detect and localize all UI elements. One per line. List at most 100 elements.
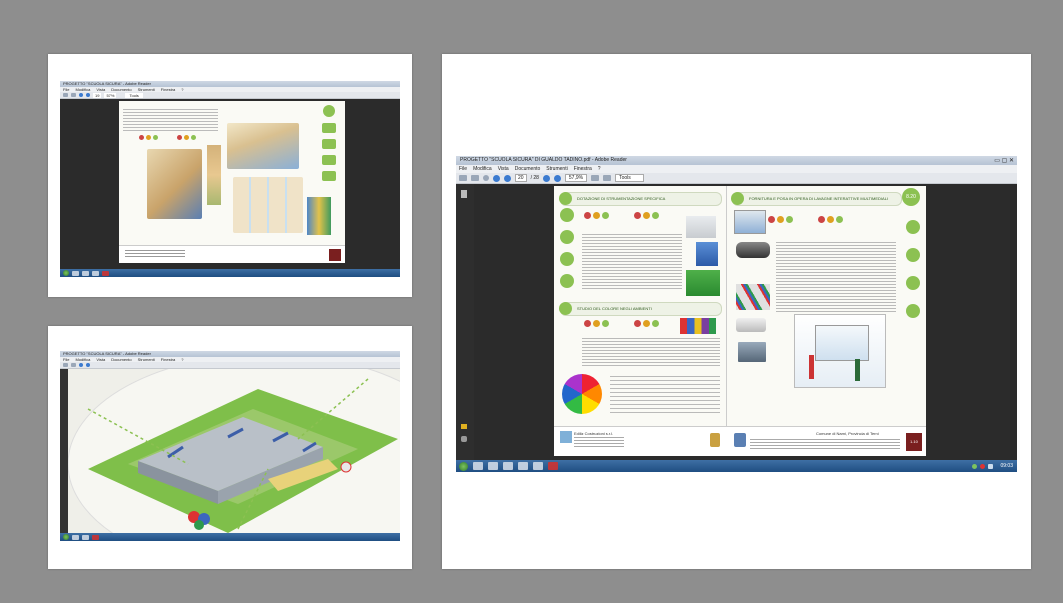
zoom-in-icon[interactable] bbox=[553, 174, 561, 182]
page-total: / 28 bbox=[530, 175, 539, 181]
menu-finestra[interactable]: Finestra bbox=[574, 165, 592, 173]
sidebar-green-strip bbox=[319, 105, 339, 195]
zoom-field[interactable]: 57% bbox=[104, 92, 117, 98]
section-title: DOTAZIONE DI STRUMENTAZIONE SPECIFICA bbox=[577, 196, 666, 201]
section-header-right: FORNITURA E POSA IN OPERA DI LAVAGNE INT… bbox=[731, 192, 902, 206]
menu-help[interactable]: ? bbox=[598, 165, 601, 173]
footer-client: Comune di Narni, Provincia di Terni bbox=[816, 431, 879, 436]
photo-toys-grid bbox=[233, 177, 303, 233]
indicator-dot bbox=[191, 135, 196, 140]
footer-company: Ediliz Costruzioni s.r.l. bbox=[574, 431, 614, 436]
zoom-out-icon[interactable] bbox=[542, 174, 550, 182]
color-legend-text bbox=[610, 376, 720, 416]
prev-page-icon[interactable] bbox=[493, 174, 500, 182]
page-number-field[interactable]: 19 bbox=[93, 92, 102, 98]
photo-colored-shelves bbox=[307, 197, 331, 235]
taskbar-app-icon[interactable] bbox=[72, 270, 79, 276]
indicator-dot bbox=[139, 135, 144, 140]
page-number-field[interactable]: 20 bbox=[515, 174, 527, 182]
school-3d-render bbox=[68, 369, 400, 533]
indicator-dot bbox=[184, 135, 189, 140]
photo-sensory-panel bbox=[207, 145, 221, 205]
page-divider bbox=[726, 186, 727, 426]
start-button[interactable] bbox=[459, 461, 468, 471]
taskbar-app-icon[interactable] bbox=[92, 534, 99, 540]
back-icon[interactable] bbox=[483, 175, 489, 181]
start-button[interactable] bbox=[63, 534, 69, 540]
next-page-icon[interactable] bbox=[86, 93, 90, 97]
paragraph-text bbox=[582, 234, 682, 290]
taskbar-app-icon[interactable] bbox=[82, 270, 89, 276]
indicator-dot bbox=[146, 135, 151, 140]
prev-page-icon[interactable] bbox=[79, 93, 83, 97]
screenshot-bottom-left: PROGETTO "SCUOLA SICURA" - Adobe Reader … bbox=[60, 351, 400, 541]
indicator-dot bbox=[177, 135, 182, 140]
fit-page-icon[interactable] bbox=[591, 175, 600, 181]
start-button[interactable] bbox=[63, 270, 69, 276]
fit-width-icon[interactable] bbox=[603, 175, 612, 181]
photo-smartboard-small bbox=[734, 210, 766, 234]
save-icon[interactable] bbox=[71, 363, 76, 367]
taskbar-app-icon[interactable] bbox=[102, 270, 109, 276]
window-title: PROGETTO "SCUOLA SICURA" DI GUALDO TADIN… bbox=[460, 157, 627, 163]
taskbar-media-icon[interactable] bbox=[503, 462, 513, 470]
comment-icon[interactable] bbox=[461, 424, 467, 429]
print-icon[interactable] bbox=[63, 93, 68, 97]
section-title: STUDIO DEL COLORE NEGLI AMBIENTI bbox=[577, 306, 652, 311]
menu-vista[interactable]: Vista bbox=[498, 165, 509, 173]
taskbar-explorer-icon[interactable] bbox=[488, 462, 498, 470]
menu-strumenti[interactable]: Strumenti bbox=[546, 165, 567, 173]
section-header-left-1: DOTAZIONE DI STRUMENTAZIONE SPECIFICA bbox=[559, 192, 722, 206]
taskbar-ie-icon[interactable] bbox=[473, 462, 483, 470]
photo-laptop bbox=[738, 342, 766, 362]
footer-page-number: 1.10 bbox=[910, 439, 918, 444]
section-title: FORNITURA E POSA IN OPERA DI LAVAGNE INT… bbox=[749, 196, 889, 201]
prev-page-icon[interactable] bbox=[79, 363, 83, 367]
windows-taskbar: 09:03 bbox=[456, 460, 1017, 472]
pages-icon[interactable] bbox=[461, 190, 467, 198]
photo-playroom bbox=[227, 123, 299, 169]
taskbar-app-icon[interactable] bbox=[72, 534, 79, 540]
tools-field[interactable]: Tools bbox=[125, 92, 143, 98]
next-page-icon[interactable] bbox=[504, 174, 511, 182]
print-icon[interactable] bbox=[63, 363, 68, 367]
footer-page-badge: 1.10 bbox=[906, 433, 922, 451]
windows-taskbar bbox=[60, 533, 400, 541]
menu-modifica[interactable]: Modifica bbox=[473, 165, 492, 173]
window-controls[interactable]: ▭ ▢ ✕ bbox=[994, 157, 1014, 165]
site-plan-render bbox=[68, 369, 400, 533]
document-page-spread: DOTAZIONE DI STRUMENTAZIONE SPECIFICA ST… bbox=[554, 186, 926, 456]
menu-file[interactable]: File bbox=[459, 165, 467, 173]
taskbar-chrome-icon[interactable] bbox=[518, 462, 528, 470]
thumbnail-frame-bottom-left: PROGETTO "SCUOLA SICURA" - Adobe Reader … bbox=[48, 326, 412, 569]
toolbar: 19 57% Tools bbox=[60, 92, 400, 99]
email-icon[interactable] bbox=[471, 175, 479, 181]
photo-child-wall-toy bbox=[147, 149, 202, 219]
print-icon[interactable] bbox=[459, 175, 467, 181]
taskbar-app-icon[interactable] bbox=[82, 534, 89, 540]
tools-search-field[interactable]: Tools bbox=[615, 174, 644, 182]
taskbar-word-icon[interactable] bbox=[533, 462, 543, 470]
attachment-icon[interactable] bbox=[461, 436, 467, 442]
navigation-pane bbox=[60, 369, 68, 533]
taskbar-acrobat-icon[interactable] bbox=[548, 462, 558, 470]
next-page-icon[interactable] bbox=[86, 363, 90, 367]
clock[interactable]: 09:03 bbox=[1000, 463, 1013, 469]
zoom-field[interactable]: 57,9% bbox=[564, 174, 588, 182]
taskbar-app-icon[interactable] bbox=[92, 270, 99, 276]
tray-icon[interactable] bbox=[972, 463, 978, 469]
navigation-pane bbox=[456, 184, 474, 460]
menu-documento[interactable]: Documento bbox=[515, 165, 541, 173]
page-badge: 8.20 bbox=[902, 188, 920, 206]
save-icon[interactable] bbox=[71, 93, 76, 97]
rating-dots bbox=[584, 212, 684, 222]
tray-icon[interactable] bbox=[980, 463, 986, 469]
windows-taskbar bbox=[60, 269, 400, 277]
photo-green-board bbox=[686, 270, 720, 296]
toolbar: 20 / 28 57,9% Tools bbox=[456, 173, 1017, 184]
paragraph-text bbox=[582, 338, 720, 368]
tray-icon[interactable] bbox=[988, 463, 994, 469]
right-green-strip bbox=[904, 210, 922, 380]
large-frame-right: PROGETTO "SCUOLA SICURA" DI GUALDO TADIN… bbox=[442, 54, 1031, 569]
paragraph-text bbox=[776, 242, 896, 312]
